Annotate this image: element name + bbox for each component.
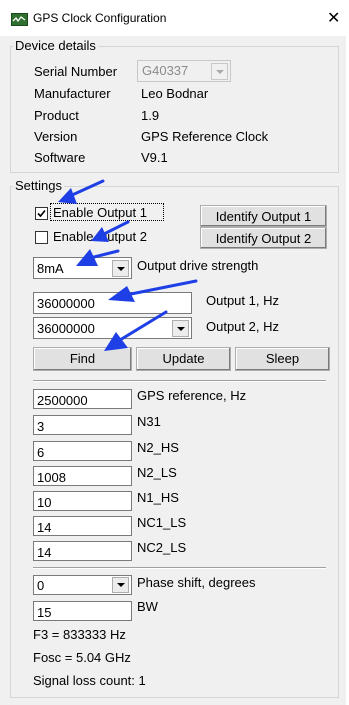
manufacturer-label: Manufacturer — [34, 86, 111, 101]
output2-hz-label: Output 2, Hz — [206, 319, 279, 334]
chevron-down-icon — [177, 327, 185, 331]
update-button[interactable]: Update — [136, 347, 231, 371]
sleep-button[interactable]: Sleep — [235, 347, 330, 371]
output1-hz-label: Output 1, Hz — [206, 293, 279, 308]
identify-output2-button[interactable]: Identify Output 2 — [200, 227, 327, 249]
serial-number-value: G40337 — [142, 63, 189, 78]
chevron-down-icon — [216, 70, 224, 74]
drive-strength-value: 8mA — [37, 261, 64, 276]
serial-number-combo: G40337 — [137, 60, 231, 82]
find-button[interactable]: Find — [33, 347, 132, 371]
nc2-ls-label: NC2_LS — [137, 540, 187, 555]
nc1-ls-label: NC1_LS — [137, 515, 187, 530]
n31-input[interactable]: 3 — [33, 415, 132, 435]
n2-hs-input[interactable]: 6 — [33, 441, 132, 461]
drive-strength-select[interactable]: 8mA — [33, 257, 132, 279]
manufacturer-value: Leo Bodnar — [141, 86, 209, 101]
version-value: GPS Reference Clock — [141, 129, 269, 144]
output1-hz-input[interactable]: 36000000 — [33, 292, 192, 314]
f3-readout: F3 = 833333 Hz — [33, 627, 126, 642]
n1-hs-input[interactable]: 10 — [33, 491, 132, 511]
n31-label: N31 — [137, 414, 161, 429]
close-icon[interactable]: ✕ — [327, 8, 340, 28]
enable-output2-checkbox[interactable] — [35, 231, 48, 244]
nc2-ls-input[interactable]: 14 — [33, 541, 132, 561]
app-icon — [11, 13, 28, 26]
n2-ls-input[interactable]: 1008 — [33, 466, 132, 486]
software-value: V9.1 — [141, 150, 168, 165]
signal-loss-count: Signal loss count: 1 — [33, 673, 146, 688]
phase-shift-select[interactable]: 0 — [33, 575, 132, 595]
bw-label: BW — [137, 599, 158, 614]
bw-input[interactable]: 15 — [33, 601, 132, 621]
chevron-down-icon — [117, 267, 125, 271]
divider — [33, 380, 326, 382]
title-bar: GPS Clock Configuration ✕ — [0, 0, 349, 36]
product-label: Product — [34, 108, 79, 123]
enable-output2-label[interactable]: Enable Output 2 — [53, 229, 147, 244]
serial-number-label: Serial Number — [34, 64, 118, 79]
software-label: Software — [34, 150, 86, 165]
version-label: Version — [34, 129, 78, 144]
n2-ls-label: N2_LS — [137, 465, 177, 480]
device-details-legend: Device details — [13, 38, 98, 53]
enable-output1-label[interactable]: Enable Output 1 — [53, 205, 147, 220]
n2-hs-label: N2_HS — [137, 440, 179, 455]
divider — [33, 567, 326, 569]
chevron-down-icon — [117, 583, 125, 587]
product-value: 1.9 — [141, 108, 160, 123]
window-title: GPS Clock Configuration — [33, 11, 167, 25]
output2-hz-select[interactable]: 36000000 — [33, 317, 192, 339]
identify-output1-button[interactable]: Identify Output 1 — [200, 205, 327, 227]
settings-legend: Settings — [13, 178, 64, 193]
gps-reference-label: GPS reference, Hz — [137, 388, 247, 403]
drive-strength-label: Output drive strength — [137, 258, 259, 273]
n1-hs-label: N1_HS — [137, 490, 179, 505]
phase-shift-label: Phase shift, degrees — [137, 575, 256, 590]
enable-output1-checkbox[interactable] — [35, 207, 48, 220]
nc1-ls-input[interactable]: 14 — [33, 516, 132, 536]
gps-reference-input[interactable]: 2500000 — [33, 389, 132, 409]
fosc-readout: Fosc = 5.04 GHz — [33, 650, 131, 665]
